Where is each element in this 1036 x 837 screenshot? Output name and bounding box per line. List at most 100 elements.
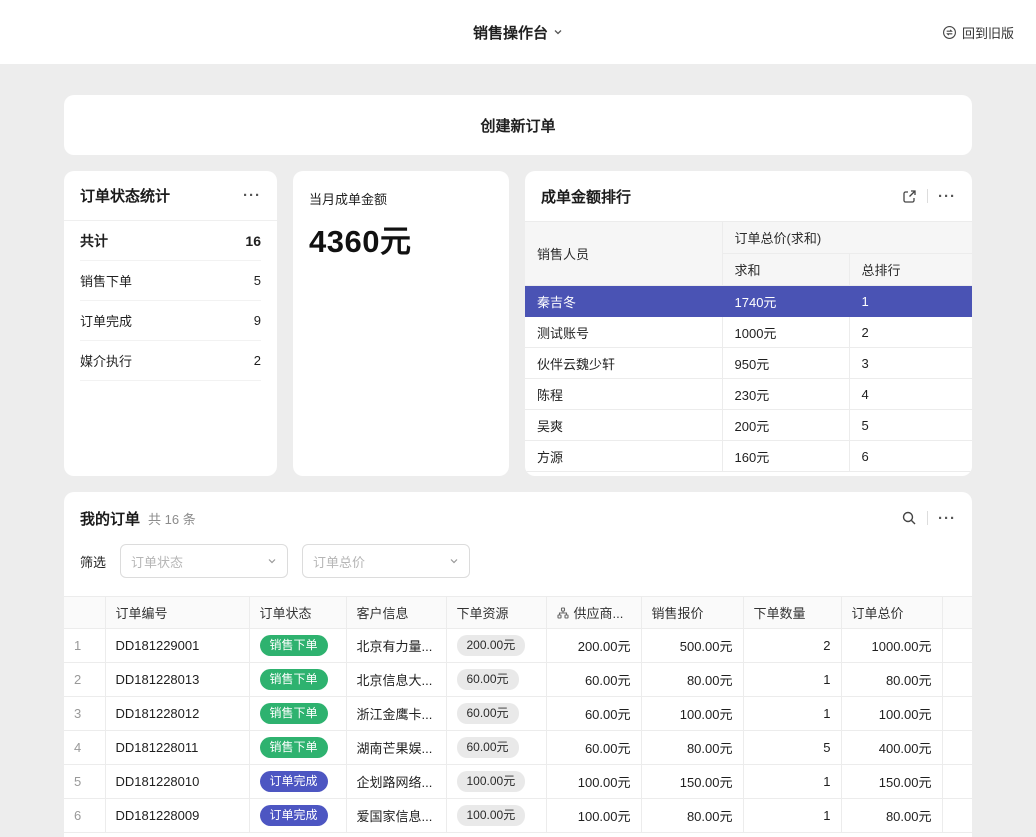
ranking-row[interactable]: 陈程 230元 4 bbox=[525, 379, 972, 410]
order-row[interactable]: 6 DD181228009 订单完成 爱国家信息... 100.00元 100.… bbox=[64, 799, 972, 833]
col-customer: 客户信息 bbox=[346, 597, 446, 629]
filter-row: 筛选 订单状态 订单总价 bbox=[64, 544, 972, 596]
order-row[interactable]: 1 DD181229001 销售下单 北京有力量... 200.00元 200.… bbox=[64, 629, 972, 663]
page-content: 创建新订单 订单状态统计 ··· 共计 16 销售下单 5 订单完成 9 bbox=[0, 64, 1036, 837]
cell-row-number: 5 bbox=[64, 765, 105, 799]
cell-quantity: 1 bbox=[743, 663, 841, 697]
cell-customer: 北京有力量... bbox=[346, 629, 446, 663]
order-status-list: 共计 16 销售下单 5 订单完成 9 媒介执行 2 bbox=[64, 221, 277, 381]
cell-supplier-price: 60.00元 bbox=[546, 731, 641, 765]
status-badge: 销售下单 bbox=[260, 635, 328, 657]
col-supplier-label: 供应商... bbox=[574, 603, 624, 622]
ranking-row[interactable]: 测试账号 1000元 2 bbox=[525, 317, 972, 348]
cell-order-no: DD181228011 bbox=[105, 731, 249, 765]
order-status-card-title: 订单状态统计 bbox=[80, 185, 170, 206]
rank-cell-name: 伙伴云魏少轩 bbox=[525, 348, 722, 379]
filter-order-status-select[interactable]: 订单状态 bbox=[120, 544, 288, 578]
app-title-dropdown[interactable]: 销售操作台 bbox=[473, 22, 563, 43]
order-row[interactable]: 5 DD181228010 订单完成 企划路网络... 100.00元 100.… bbox=[64, 765, 972, 799]
rank-col-total-group: 订单总价(求和) bbox=[722, 222, 972, 254]
orders-table: 订单编号 订单状态 客户信息 下单资源 供应商... bbox=[64, 596, 972, 833]
status-badge: 销售下单 bbox=[260, 669, 328, 691]
status-row[interactable]: 媒介执行 2 bbox=[80, 341, 261, 381]
cell-order-total: 80.00元 bbox=[841, 799, 942, 833]
cell-quantity: 1 bbox=[743, 799, 841, 833]
order-row[interactable]: 2 DD181228013 销售下单 北京信息大... 60.00元 60.00… bbox=[64, 663, 972, 697]
monthly-amount-card: 当月成单金额 4360元 bbox=[293, 171, 509, 476]
resource-pill: 60.00元 bbox=[457, 703, 519, 725]
status-value: 2 bbox=[254, 353, 261, 368]
more-menu-icon[interactable]: ··· bbox=[243, 188, 261, 203]
rank-cell-sum: 1740元 bbox=[722, 286, 849, 317]
cell-order-total: 80.00元 bbox=[841, 663, 942, 697]
rank-cell-sum: 1000元 bbox=[722, 317, 849, 348]
create-order-label: 创建新订单 bbox=[480, 115, 555, 136]
status-row[interactable]: 订单完成 9 bbox=[80, 301, 261, 341]
rank-cell-rank: 1 bbox=[849, 286, 972, 317]
cell-filler bbox=[942, 663, 972, 697]
resource-pill: 60.00元 bbox=[457, 737, 519, 759]
cell-sales-quote: 500.00元 bbox=[641, 629, 743, 663]
status-label: 共计 bbox=[80, 231, 108, 251]
filter-label: 筛选 bbox=[80, 552, 106, 571]
more-menu-icon[interactable]: ··· bbox=[938, 511, 956, 526]
col-row-number bbox=[64, 597, 105, 629]
cell-order-status: 订单完成 bbox=[249, 765, 346, 799]
ranking-row[interactable]: 秦吉冬 1740元 1 bbox=[525, 286, 972, 317]
resource-pill: 100.00元 bbox=[457, 771, 526, 793]
cell-order-total: 150.00元 bbox=[841, 765, 942, 799]
cell-order-status: 销售下单 bbox=[249, 731, 346, 765]
cell-row-number: 3 bbox=[64, 697, 105, 731]
status-row-total[interactable]: 共计 16 bbox=[80, 221, 261, 261]
cell-order-status: 订单完成 bbox=[249, 799, 346, 833]
filter-order-total-select[interactable]: 订单总价 bbox=[302, 544, 470, 578]
cell-order-no: DD181228013 bbox=[105, 663, 249, 697]
relation-field-icon bbox=[557, 607, 569, 619]
cell-supplier-price: 60.00元 bbox=[546, 663, 641, 697]
rank-cell-rank: 4 bbox=[849, 379, 972, 410]
cell-quantity: 2 bbox=[743, 629, 841, 663]
chevron-down-icon bbox=[449, 556, 459, 566]
my-orders-title-wrap: 我的订单 共 16 条 bbox=[80, 508, 196, 529]
cell-sales-quote: 150.00元 bbox=[641, 765, 743, 799]
order-row[interactable]: 4 DD181228011 销售下单 湖南芒果娱... 60.00元 60.00… bbox=[64, 731, 972, 765]
status-badge: 订单完成 bbox=[260, 805, 328, 827]
order-row[interactable]: 3 DD181228012 销售下单 浙江金鹰卡... 60.00元 60.00… bbox=[64, 697, 972, 731]
cell-supplier-price: 100.00元 bbox=[546, 765, 641, 799]
open-external-icon[interactable] bbox=[902, 189, 917, 204]
cell-order-status: 销售下单 bbox=[249, 663, 346, 697]
resource-pill: 60.00元 bbox=[457, 669, 519, 691]
orders-table-header-row: 订单编号 订单状态 客户信息 下单资源 供应商... bbox=[64, 597, 972, 629]
back-link-label: 回到旧版 bbox=[962, 23, 1014, 42]
status-row[interactable]: 销售下单 5 bbox=[80, 261, 261, 301]
cell-order-no: DD181229001 bbox=[105, 629, 249, 663]
ranking-row[interactable]: 方源 160元 6 bbox=[525, 441, 972, 472]
cell-sales-quote: 80.00元 bbox=[641, 663, 743, 697]
back-to-old-version-link[interactable]: 回到旧版 bbox=[942, 0, 1014, 64]
status-value: 9 bbox=[254, 313, 261, 328]
cell-customer: 爱国家信息... bbox=[346, 799, 446, 833]
rank-cell-sum: 200元 bbox=[722, 410, 849, 441]
cell-resource: 60.00元 bbox=[446, 697, 546, 731]
cell-order-no: DD181228009 bbox=[105, 799, 249, 833]
rank-col-rank: 总排行 bbox=[849, 254, 972, 286]
cell-resource: 100.00元 bbox=[446, 765, 546, 799]
col-quantity: 下单数量 bbox=[743, 597, 841, 629]
col-order-no: 订单编号 bbox=[105, 597, 249, 629]
ranking-row[interactable]: 吴爽 200元 5 bbox=[525, 410, 972, 441]
divider bbox=[927, 189, 928, 203]
rank-cell-rank: 2 bbox=[849, 317, 972, 348]
ranking-card-actions: ··· bbox=[902, 189, 956, 204]
create-order-button[interactable]: 创建新订单 bbox=[64, 95, 972, 155]
status-value: 16 bbox=[245, 233, 261, 249]
ranking-row[interactable]: 伙伴云魏少轩 950元 3 bbox=[525, 348, 972, 379]
ranking-card: 成单金额排行 ··· 销售人员 bbox=[525, 171, 972, 476]
more-menu-icon[interactable]: ··· bbox=[938, 189, 956, 204]
search-icon[interactable] bbox=[901, 510, 917, 526]
rank-col-person: 销售人员 bbox=[525, 222, 722, 286]
col-sales-quote: 销售报价 bbox=[641, 597, 743, 629]
col-order-total: 订单总价 bbox=[841, 597, 942, 629]
page-title: 销售操作台 bbox=[473, 22, 548, 43]
divider bbox=[927, 511, 928, 525]
my-orders-title: 我的订单 bbox=[80, 508, 140, 529]
